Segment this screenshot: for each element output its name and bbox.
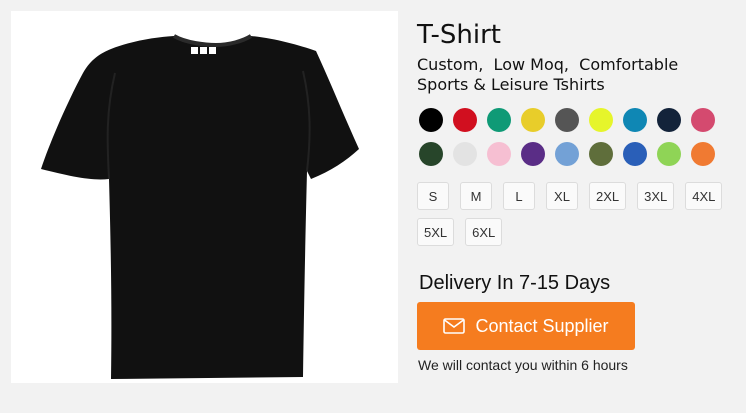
color-swatches	[419, 108, 739, 166]
color-swatch-dark-gray[interactable]	[555, 108, 579, 132]
color-swatch-navy[interactable]	[657, 108, 681, 132]
color-swatch-light-gray[interactable]	[453, 142, 477, 166]
color-swatch-orange[interactable]	[691, 142, 715, 166]
color-swatch-cyan-blue[interactable]	[623, 108, 647, 132]
product-subtitle: Custom, Low Moq, Comfortable Sports & Le…	[417, 55, 684, 94]
product-title: T-Shirt	[417, 20, 501, 50]
color-swatch-light-blue[interactable]	[555, 142, 579, 166]
size-option-3xl[interactable]: 3XL	[637, 182, 675, 210]
color-swatch-dark-green[interactable]	[419, 142, 443, 166]
contact-note: We will contact you within 6 hours	[418, 357, 628, 373]
color-swatch-purple[interactable]	[521, 142, 545, 166]
size-option-2xl[interactable]: 2XL	[589, 182, 627, 210]
delivery-info: Delivery In 7-15 Days	[419, 272, 611, 294]
size-option-m[interactable]: M	[460, 182, 492, 210]
contact-supplier-label: Contact Supplier	[475, 315, 609, 336]
color-swatch-light-green[interactable]	[657, 142, 681, 166]
tshirt-image	[41, 34, 359, 379]
color-swatch-yellow[interactable]	[521, 108, 545, 132]
color-swatch-royal-blue[interactable]	[623, 142, 647, 166]
size-option-5xl[interactable]: 5XL	[417, 218, 455, 246]
size-option-s[interactable]: S	[417, 182, 449, 210]
color-swatch-red[interactable]	[453, 108, 477, 132]
size-option-xl[interactable]: XL	[546, 182, 578, 210]
size-option-6xl[interactable]: 6XL	[465, 218, 503, 246]
size-options: S M L XL 2XL 3XL 4XL 5XL 6XL	[417, 182, 737, 246]
color-swatch-pink[interactable]	[487, 142, 511, 166]
color-swatch-black[interactable]	[419, 108, 443, 132]
size-option-l[interactable]: L	[503, 182, 535, 210]
product-image[interactable]	[11, 11, 398, 383]
color-swatch-teal-green[interactable]	[487, 108, 511, 132]
color-swatch-rose[interactable]	[691, 108, 715, 132]
contact-supplier-button[interactable]: Contact Supplier	[417, 302, 635, 350]
size-option-4xl[interactable]: 4XL	[685, 182, 723, 210]
color-swatch-olive[interactable]	[589, 142, 613, 166]
color-swatch-lime[interactable]	[589, 108, 613, 132]
envelope-icon	[443, 318, 466, 334]
